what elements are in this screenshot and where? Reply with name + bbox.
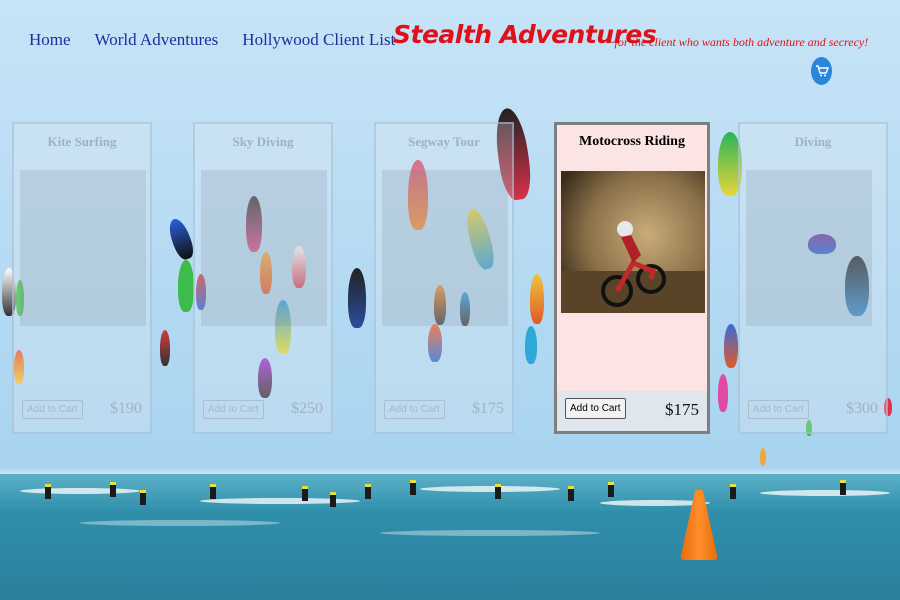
add-to-cart-button[interactable]: Add to Cart	[565, 398, 626, 419]
product-price: $300	[846, 400, 878, 417]
product-footer: Add to Cart $175	[557, 391, 707, 431]
product-price: $190	[110, 400, 142, 417]
product-title: Segway Tour	[408, 134, 480, 149]
product-image	[20, 170, 146, 326]
product-card-motocross-riding: Motocross Riding Add to Cart $175	[554, 122, 710, 434]
add-to-cart-button[interactable]: Add to Cart	[748, 400, 809, 419]
cart-button[interactable]	[811, 57, 832, 85]
main-nav: Home World Adventures Hollywood Client L…	[29, 30, 395, 50]
product-price: $175	[665, 400, 699, 419]
product-title: Motocross Riding	[579, 134, 685, 149]
nav-link-world-adventures[interactable]: World Adventures	[95, 30, 219, 50]
product-title: Diving	[794, 134, 832, 149]
product-card-kite-surfing: Kite Surfing Add to Cart $190	[12, 122, 152, 434]
add-to-cart-button[interactable]: Add to Cart	[22, 400, 83, 419]
product-image	[746, 170, 872, 326]
product-card-segway-tour: Segway Tour Add to Cart $175	[374, 122, 514, 434]
product-card-sky-diving: Sky Diving Add to Cart $250	[193, 122, 333, 434]
product-footer: Add to Cart $190	[14, 392, 150, 432]
product-footer: Add to Cart $175	[376, 392, 512, 432]
nav-link-home[interactable]: Home	[29, 30, 71, 50]
product-title: Sky Diving	[232, 134, 294, 149]
product-image	[382, 170, 508, 326]
product-footer: Add to Cart $250	[195, 392, 331, 432]
product-image	[201, 170, 327, 326]
product-image-motocross	[561, 171, 705, 313]
product-card-diving: Diving Add to Cart $300	[738, 122, 888, 434]
shopping-cart-icon	[815, 65, 829, 77]
add-to-cart-button[interactable]: Add to Cart	[384, 400, 445, 419]
product-price: $250	[291, 400, 323, 417]
nav-link-hollywood-client-list[interactable]: Hollywood Client List	[242, 30, 395, 50]
brand-tagline: ~for the client who wants both adventure…	[608, 35, 869, 49]
add-to-cart-button[interactable]: Add to Cart	[203, 400, 264, 419]
product-price: $175	[472, 400, 504, 417]
product-title: Kite Surfing	[47, 134, 117, 149]
product-footer: Add to Cart $300	[740, 392, 886, 432]
